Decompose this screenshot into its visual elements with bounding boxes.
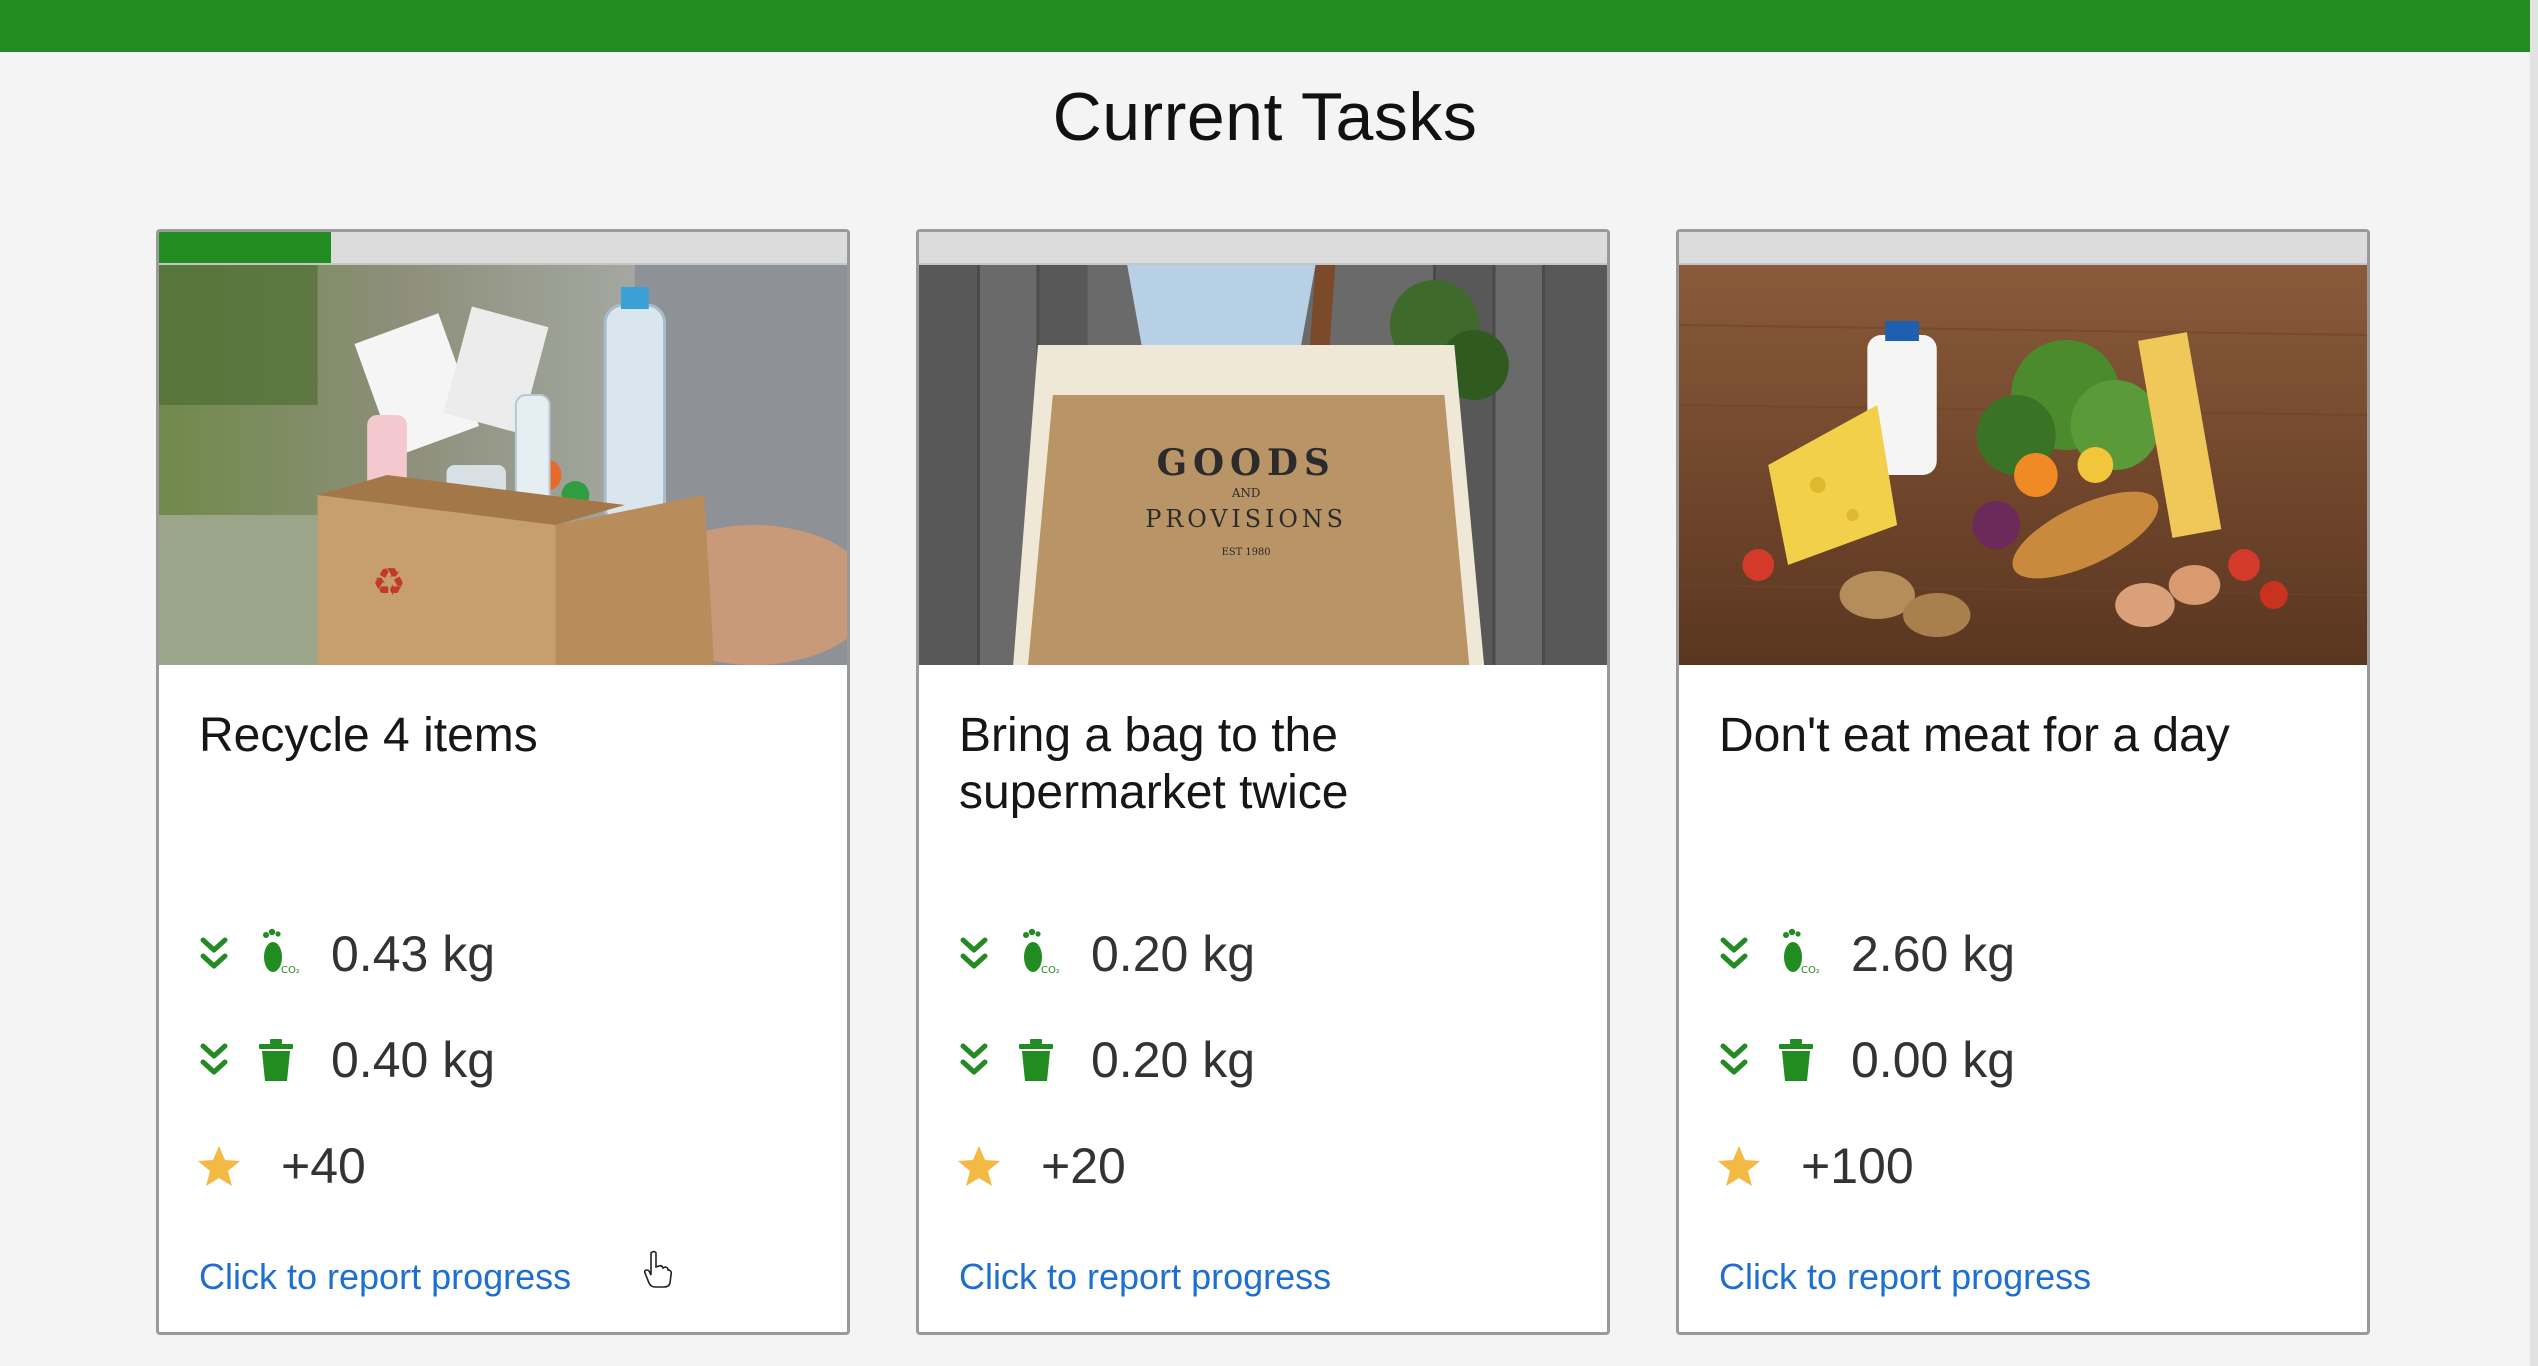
trash-icon xyxy=(1019,1039,1053,1081)
page-scroll-edge xyxy=(2530,0,2538,1366)
co2-saving-row: CO₂ 2.60 kg xyxy=(1719,922,2015,986)
points-row: +40 xyxy=(198,1134,366,1198)
waste-saving-value: 0.40 kg xyxy=(331,1032,496,1088)
task-card[interactable]: Don't eat meat for a day CO₂ 2.60 kg 0.0… xyxy=(1676,229,2370,1335)
double-chevron-down-icon xyxy=(200,937,228,969)
star-icon xyxy=(958,1146,1000,1186)
bag-print-line1: GOODS xyxy=(1157,442,1336,484)
co2-saving-value: 2.60 kg xyxy=(1851,926,2016,982)
co2-saving-value: 0.20 kg xyxy=(1091,926,1256,982)
svg-text:CO₂: CO₂ xyxy=(281,965,300,976)
points-row: +20 xyxy=(958,1134,1126,1198)
task-progress-bar xyxy=(1679,232,2367,265)
waste-saving-row: 0.20 kg xyxy=(959,1028,1255,1092)
bag-print-line3: PROVISIONS xyxy=(1145,505,1346,533)
co2-footprint-icon: CO₂ xyxy=(1783,928,1820,976)
trash-icon xyxy=(1779,1039,1813,1081)
task-card[interactable]: ♻ Recycle 4 items CO₂ 0.43 kg 0.40 kg +4… xyxy=(156,229,850,1335)
report-progress-link[interactable]: Click to report progress xyxy=(199,1256,571,1298)
top-bar xyxy=(0,0,2530,52)
task-image-shopping-bag: GOODS AND PROVISIONS EST 1980 xyxy=(919,265,1607,665)
task-card[interactable]: GOODS AND PROVISIONS EST 1980 Bring a ba… xyxy=(916,229,1610,1335)
co2-saving-value: 0.43 kg xyxy=(331,926,496,982)
co2-footprint-icon: CO₂ xyxy=(1023,928,1060,976)
points-row: +100 xyxy=(1718,1134,1914,1198)
task-progress-bar xyxy=(919,232,1607,265)
star-icon xyxy=(198,1146,240,1186)
svg-text:CO₂: CO₂ xyxy=(1041,965,1060,976)
double-chevron-down-icon xyxy=(960,1043,988,1075)
report-progress-link[interactable]: Click to report progress xyxy=(959,1256,1331,1298)
report-progress-link[interactable]: Click to report progress xyxy=(1719,1256,2091,1298)
task-progress-fill xyxy=(159,232,331,263)
double-chevron-down-icon xyxy=(960,937,988,969)
bag-print-line2: AND xyxy=(1231,486,1261,500)
star-icon xyxy=(1718,1146,1760,1186)
task-image-recycling: ♻ xyxy=(159,265,847,665)
bag-print-line4: EST 1980 xyxy=(1222,547,1271,558)
task-image-vegetables xyxy=(1679,265,2367,665)
double-chevron-down-icon xyxy=(200,1043,228,1075)
svg-text:CO₂: CO₂ xyxy=(1801,965,1820,976)
points-value: +20 xyxy=(1041,1138,1126,1194)
waste-saving-value: 0.00 kg xyxy=(1851,1032,2016,1088)
double-chevron-down-icon xyxy=(1720,1043,1748,1075)
co2-footprint-icon: CO₂ xyxy=(263,928,300,976)
trash-icon xyxy=(259,1039,293,1081)
task-title: Bring a bag to the supermarket twice xyxy=(959,709,1349,819)
co2-saving-row: CO₂ 0.20 kg xyxy=(959,922,1255,986)
waste-saving-row: 0.40 kg xyxy=(199,1028,495,1092)
svg-text:♻: ♻ xyxy=(372,560,406,604)
points-value: +40 xyxy=(281,1138,366,1194)
waste-saving-row: 0.00 kg xyxy=(1719,1028,2015,1092)
page-title: Current Tasks xyxy=(1052,79,1478,155)
points-value: +100 xyxy=(1801,1138,1914,1194)
co2-saving-row: CO₂ 0.43 kg xyxy=(199,922,495,986)
waste-saving-value: 0.20 kg xyxy=(1091,1032,1256,1088)
double-chevron-down-icon xyxy=(1720,937,1748,969)
task-title: Don't eat meat for a day xyxy=(1719,709,2230,762)
task-cards: ♻ Recycle 4 items CO₂ 0.43 kg 0.40 kg +4… xyxy=(156,229,2376,1337)
task-title: Recycle 4 items xyxy=(199,709,538,762)
task-progress-bar xyxy=(159,232,847,265)
